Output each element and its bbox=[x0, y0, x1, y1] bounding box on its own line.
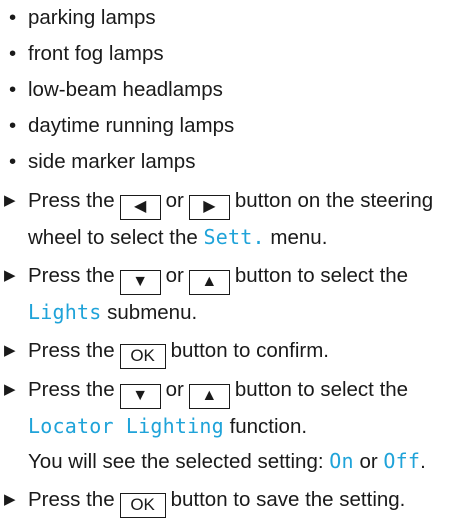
step-arrow-icon: ▶ bbox=[4, 192, 16, 209]
bullet-icon: • bbox=[9, 78, 17, 101]
step-select-function: ▶ Press the ▼ or ▲ button to select the Loca… bbox=[0, 373, 463, 479]
manual-page: • parking lamps • front fog lamps • low-bea… bbox=[0, 0, 463, 518]
lamp-list: • parking lamps • front fog lamps • low-bea… bbox=[0, 0, 463, 180]
list-item: • side marker lamps bbox=[0, 144, 463, 180]
step-select-menu: ▶ Press the ◀ or ▶ button on the steering wh… bbox=[0, 184, 463, 255]
down-arrow-key-icon: ▼ bbox=[119, 384, 161, 409]
list-item: • front fog lamps bbox=[0, 36, 463, 72]
up-arrow-key-icon: ▲ bbox=[188, 270, 230, 295]
step-save: ▶ Press the OK button to save the setting. bbox=[0, 483, 463, 518]
list-item: • low-beam headlamps bbox=[0, 72, 463, 108]
bullet-icon: • bbox=[9, 42, 17, 65]
down-arrow-key-icon: ▼ bbox=[119, 270, 161, 295]
left-arrow-key-icon: ◀ bbox=[119, 195, 161, 220]
list-item: • daytime running lamps bbox=[0, 108, 463, 144]
list-item: • parking lamps bbox=[0, 0, 463, 36]
right-arrow-key-icon: ▶ bbox=[188, 195, 230, 220]
step-select-submenu: ▶ Press the ▼ or ▲ button to select the Ligh… bbox=[0, 259, 463, 330]
step-arrow-icon: ▶ bbox=[4, 342, 16, 359]
step-arrow-icon: ▶ bbox=[4, 267, 16, 284]
ok-key-icon: OK bbox=[119, 344, 166, 369]
bullet-icon: • bbox=[9, 114, 17, 137]
function-name: Locator Lighting bbox=[28, 414, 224, 438]
ok-key-icon: OK bbox=[119, 493, 166, 518]
submenu-name: Lights bbox=[28, 300, 102, 324]
step-arrow-icon: ▶ bbox=[4, 491, 16, 508]
step-arrow-icon: ▶ bbox=[4, 381, 16, 398]
instruction-steps: ▶ Press the ◀ or ▶ button on the steering wh… bbox=[0, 184, 463, 518]
bullet-icon: • bbox=[9, 6, 17, 29]
menu-name: Sett. bbox=[203, 225, 265, 249]
step-confirm: ▶ Press the OK button to confirm. bbox=[0, 334, 463, 369]
setting-on-value: On bbox=[329, 449, 354, 473]
up-arrow-key-icon: ▲ bbox=[188, 384, 230, 409]
setting-off-value: Off bbox=[383, 449, 421, 473]
bullet-icon: • bbox=[9, 150, 17, 173]
